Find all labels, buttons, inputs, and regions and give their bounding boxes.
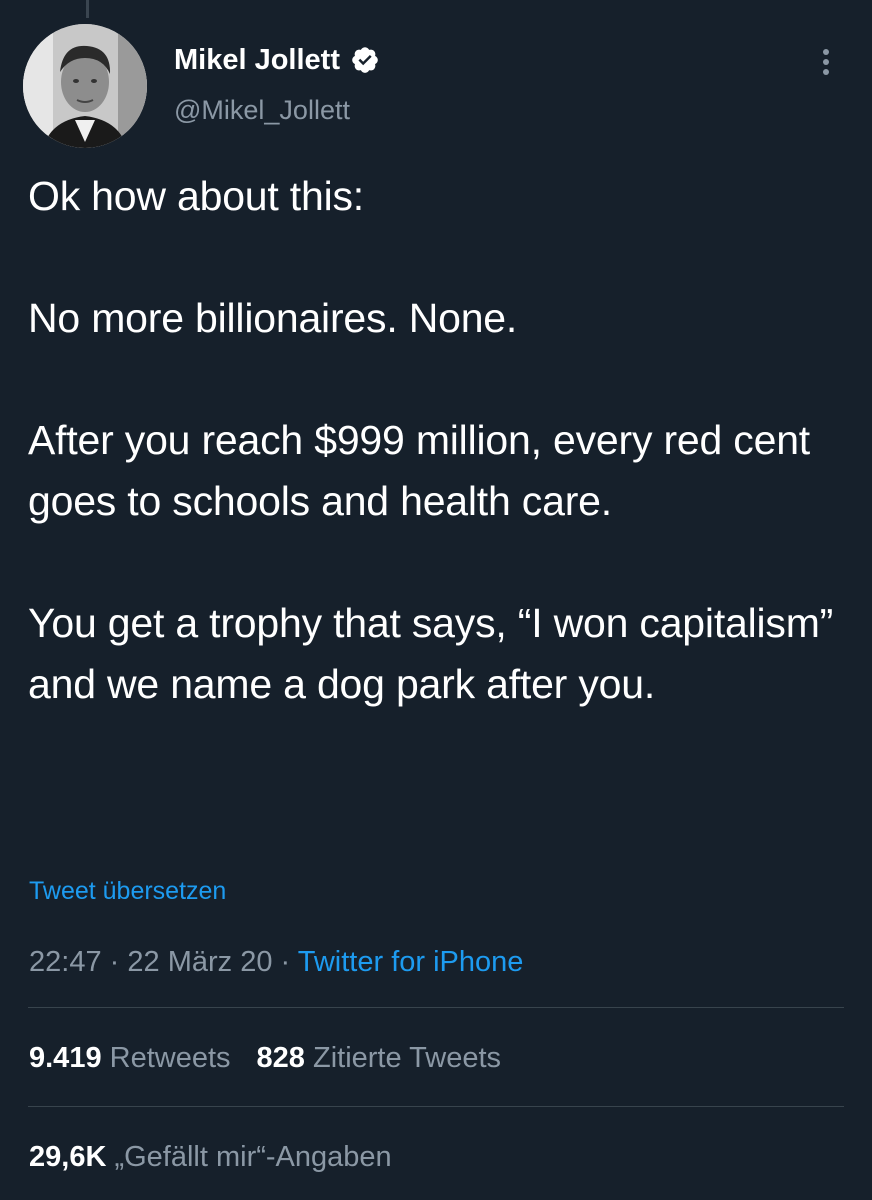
retweets-count: 9.419 [29,1042,102,1074]
retweets-label: Retweets [109,1042,231,1074]
translate-tweet-link[interactable]: Tweet übersetzen [29,874,226,908]
thread-connector-line [86,0,89,18]
author-display-name[interactable]: Mikel Jollett [174,42,340,78]
more-options-icon[interactable] [808,44,844,80]
avatar[interactable] [23,24,147,148]
quote-tweets-stat[interactable]: 828 Zitierte Tweets [257,1042,502,1074]
avatar-photo [23,24,147,148]
quote-tweets-label: Zitierte Tweets [312,1042,502,1074]
tweet-text: Ok how about this: No more billionaires.… [28,173,834,707]
quote-tweets-count: 828 [256,1042,305,1074]
tweet-metadata: 22:47 · 22 März 20 · Twitter for iPhone [29,942,523,982]
likes-label: „Gefällt mir“-Angaben [114,1141,392,1173]
meta-separator: · [280,946,291,978]
author-handle[interactable]: @Mikel_Jollett [174,92,350,128]
divider [28,1106,844,1107]
meta-separator: · [109,946,120,978]
tweet-date[interactable]: 22 März 20 [127,946,272,978]
likes-stat[interactable]: 29,6K „Gefällt mir“-Angaben [29,1141,392,1173]
tweet-source-link[interactable]: Twitter for iPhone [298,946,524,978]
tweet-time[interactable]: 22:47 [29,946,102,978]
likes-count: 29,6K [29,1141,107,1173]
divider [28,1007,844,1008]
author-display-name-row[interactable]: Mikel Jollett [174,42,380,78]
retweets-stat[interactable]: 9.419 Retweets [29,1042,231,1074]
verified-badge-icon [350,45,380,75]
likes-stats-row: 29,6K „Gefällt mir“-Angaben [29,1137,392,1177]
engagement-stats-row: 9.419 Retweets 828 Zitierte Tweets [29,1038,501,1078]
